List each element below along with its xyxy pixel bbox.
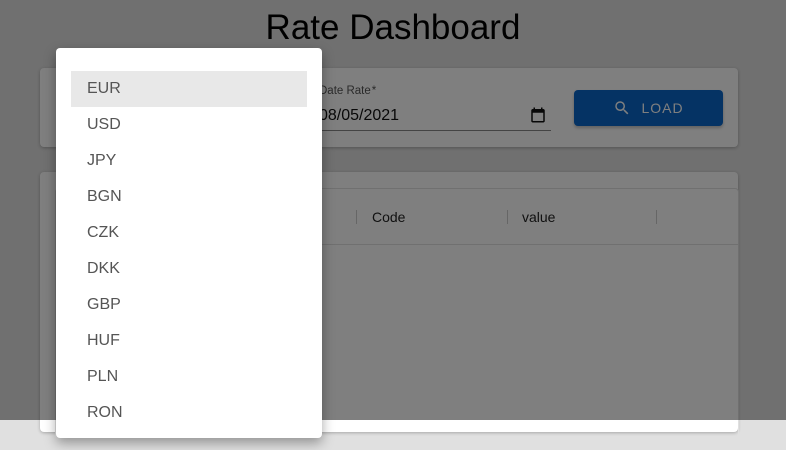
currency-option-pln[interactable]: PLN: [71, 359, 307, 395]
currency-option-huf[interactable]: HUF: [71, 323, 307, 359]
currency-option-usd[interactable]: USD: [71, 107, 307, 143]
currency-option-ron[interactable]: RON: [71, 395, 307, 431]
currency-option-bgn[interactable]: BGN: [71, 179, 307, 215]
currency-dropdown-menu: EUR USD JPY BGN CZK DKK GBP HUF PLN RON: [56, 48, 322, 438]
currency-option-jpy[interactable]: JPY: [71, 143, 307, 179]
currency-option-dkk[interactable]: DKK: [71, 251, 307, 287]
currency-option-eur[interactable]: EUR: [71, 71, 307, 107]
currency-option-czk[interactable]: CZK: [71, 215, 307, 251]
currency-option-gbp[interactable]: GBP: [71, 287, 307, 323]
